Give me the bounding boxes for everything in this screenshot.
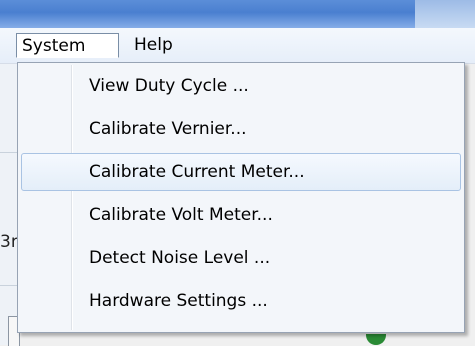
background-divider (0, 285, 17, 286)
background-green-indicator (366, 334, 386, 345)
menu-item-calibrate-vernier[interactable]: Calibrate Vernier... (21, 110, 461, 148)
menu-system[interactable]: System (16, 33, 119, 58)
menu-item-label: Hardware Settings ... (89, 291, 268, 311)
menu-item-label: Calibrate Vernier... (89, 119, 247, 139)
menu-item-label: Calibrate Current Meter... (89, 162, 305, 182)
menu-item-calibrate-volt-meter[interactable]: Calibrate Volt Meter... (21, 196, 461, 234)
title-bar-controls-area (415, 0, 475, 28)
menu-item-view-duty-cycle[interactable]: View Duty Cycle ... (21, 67, 461, 105)
menu-item-label: Calibrate Volt Meter... (89, 205, 273, 225)
window-title-bar (0, 0, 475, 28)
background-text-fragment: 3r (0, 232, 18, 252)
system-dropdown-menu: View Duty Cycle ... Calibrate Vernier...… (17, 62, 465, 333)
background-divider (0, 152, 17, 153)
menu-item-detect-noise-level[interactable]: Detect Noise Level ... (21, 239, 461, 277)
menu-bar: System Help (0, 28, 475, 64)
menu-help[interactable]: Help (129, 33, 189, 58)
menu-item-calibrate-current-meter[interactable]: Calibrate Current Meter... (21, 153, 461, 191)
menu-item-label: Detect Noise Level ... (89, 248, 271, 268)
menu-item-label: View Duty Cycle ... (89, 76, 249, 96)
menu-item-hardware-settings[interactable]: Hardware Settings ... (21, 282, 461, 320)
